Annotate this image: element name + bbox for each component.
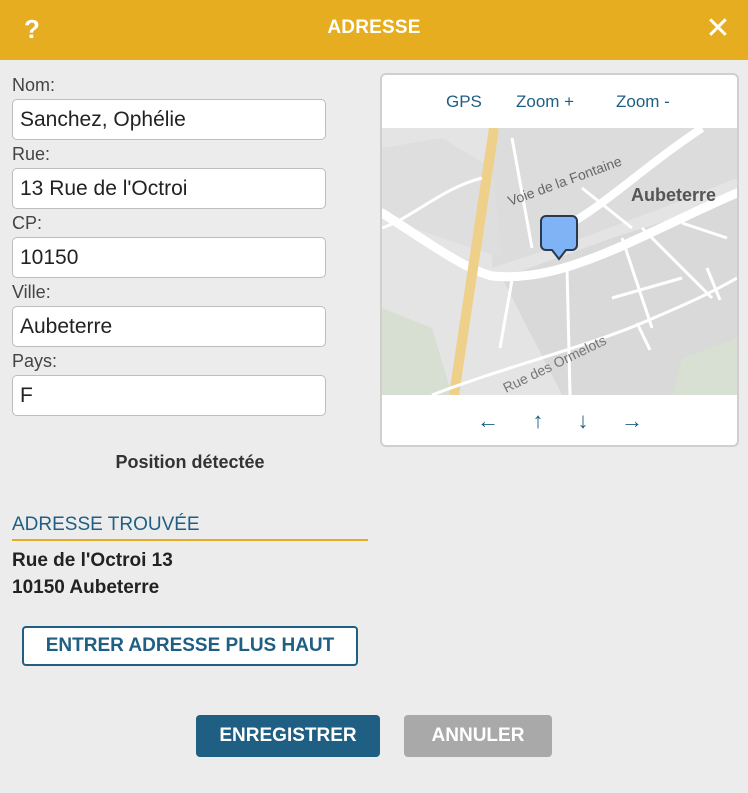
street-input[interactable]: [12, 168, 326, 209]
city-label: Ville:: [12, 282, 51, 302]
pan-up-button[interactable]: ↑: [526, 408, 550, 434]
name-input[interactable]: [12, 99, 326, 140]
dialog-header: ? ADRESSE ✕: [0, 0, 748, 60]
country-input[interactable]: [12, 375, 326, 416]
map-view[interactable]: Voie de la Fontaine Aubeterre Rue des Or…: [382, 128, 737, 395]
street-label: Rue:: [12, 144, 51, 164]
dialog-title: ADRESSE: [327, 17, 421, 38]
close-icon[interactable]: ✕: [704, 14, 732, 44]
map-canvas: Voie de la Fontaine Aubeterre Rue des Or…: [382, 128, 737, 395]
map-panel: GPS Zoom + Zoom - Voie de la Fontaine Au…: [380, 73, 739, 447]
cancel-button[interactable]: ANNULER: [404, 715, 552, 757]
found-address-line-2: 10150 Aubeterre: [12, 577, 160, 598]
zoom-out-button[interactable]: Zoom -: [616, 92, 670, 112]
gps-button[interactable]: GPS: [446, 92, 482, 112]
save-button[interactable]: ENREGISTRER: [196, 715, 380, 757]
position-status: Position détectée: [115, 452, 265, 472]
found-address-title: ADRESSE TROUVÉE: [12, 514, 200, 535]
found-address-divider: [12, 539, 368, 541]
name-label: Nom:: [12, 75, 56, 95]
city-input[interactable]: [12, 306, 326, 347]
enter-address-above-button[interactable]: ENTRER ADRESSE PLUS HAUT: [22, 626, 358, 666]
pan-right-button[interactable]: →: [620, 408, 644, 434]
zoom-in-button[interactable]: Zoom +: [516, 92, 574, 112]
found-address-line-1: Rue de l'Octroi 13: [12, 550, 173, 571]
country-label: Pays:: [12, 351, 58, 371]
zip-label: CP:: [12, 213, 43, 233]
map-label-town: Aubeterre: [631, 185, 716, 205]
pan-down-button[interactable]: ↓: [571, 408, 595, 434]
zip-input[interactable]: [12, 237, 326, 278]
pan-left-button[interactable]: ←: [476, 408, 500, 434]
